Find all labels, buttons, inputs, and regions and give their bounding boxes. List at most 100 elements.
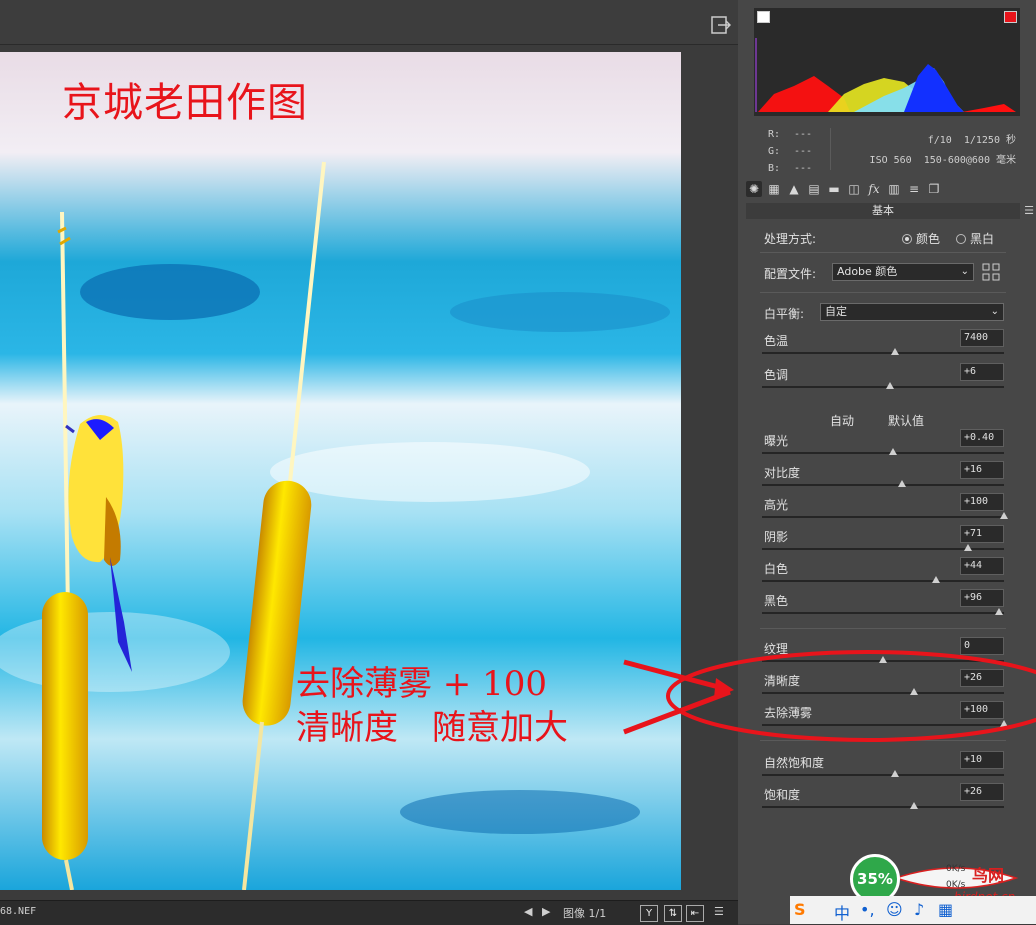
slider-track[interactable] [762,448,1004,455]
presets-icon[interactable]: ≡ [906,181,922,197]
section-header: 基本 ☰ [746,203,1034,219]
radio-selected-icon [902,234,912,244]
slider-thumb[interactable] [995,608,1004,615]
treatment-bw-radio[interactable]: 黑白 [956,230,994,247]
slider-thumb[interactable] [888,448,897,455]
emoji-icon[interactable]: ☺ [886,900,903,919]
g-label: G: [768,146,781,157]
basic-aperture-icon[interactable]: ✺ [746,181,762,197]
slider-thumb[interactable] [891,770,900,777]
profile-label: 配置文件: [764,267,817,281]
lens-corrections-icon[interactable]: ◫ [846,181,862,197]
slider-value-field[interactable]: +96 [960,589,1004,607]
detail-icon[interactable]: ▲ [786,181,802,197]
white-balance-value: 自定 [825,305,847,318]
profile-select[interactable]: Adobe 颜色 ⌄ [832,263,974,281]
radio-unselected-icon [956,234,966,244]
slider-track[interactable] [762,348,1004,355]
microphone-icon[interactable]: ♪ [914,900,924,919]
slider-track[interactable] [762,480,1004,487]
hsl-icon[interactable]: ▤ [806,181,822,197]
slider-value-field[interactable]: +71 [960,525,1004,543]
b-value: --- [794,163,813,174]
slider-thumb[interactable] [891,348,900,355]
slider-track[interactable] [762,608,1004,615]
split-toning-icon[interactable]: ▬ [826,181,842,197]
slider-value-field[interactable]: +16 [960,461,1004,479]
profile-value: Adobe 颜色 [837,265,898,278]
profile-browser-grid-icon[interactable] [982,263,1000,281]
taskbar-tray: S 中 •, ☺ ♪ ▦ [790,896,1036,924]
g-value: --- [794,146,813,157]
default-button[interactable]: 默认值 [888,412,924,429]
divider [760,628,1006,629]
annotation-dehaze: 去除薄雾 + 100 [296,664,547,704]
treatment-bw-label: 黑白 [970,232,995,246]
section-title: 基本 [872,204,894,217]
site-logo-text: 鸟网 [972,866,1005,885]
shutter-speed: 1/1250 秒 [963,135,1016,146]
slider-track[interactable] [762,512,1008,519]
preferences-icon[interactable]: ☰ [714,905,724,918]
image-counter: 图像 1/1 [563,907,607,920]
slider-label: 色温 [764,334,789,348]
slider-label: 对比度 [764,466,801,480]
divider [760,292,1006,293]
section-menu-icon[interactable]: ☰ [1024,203,1034,219]
tone-curve-icon[interactable]: ▦ [766,181,782,197]
slider-thumb[interactable] [898,480,907,487]
effects-fx-icon[interactable]: fx [866,181,882,197]
slider-track[interactable] [762,770,1004,777]
slider-value-field[interactable]: +6 [960,363,1004,381]
chevron-down-icon: ⌄ [990,306,999,317]
slider-track[interactable] [762,382,1004,389]
slider-thumb[interactable] [886,382,895,389]
slider-label: 色调 [764,368,789,382]
status-bar: 68.NEF ◀ ▶ 图像 1/1 Y ⇅ ⇤ ☰ [0,900,738,925]
sogou-ime-icon[interactable]: S [794,900,806,919]
photo-preview[interactable] [0,52,681,890]
annotation-ellipse-arrows [623,650,1036,742]
r-label: R: [768,129,781,140]
snapshots-icon[interactable]: ❐ [926,181,942,197]
chevron-down-icon: ⌄ [960,266,969,277]
slider-thumb[interactable] [910,802,919,809]
lens-focal: 150-600@600 毫米 [923,155,1016,166]
export-icon[interactable] [711,16,731,34]
punctuation-icon[interactable]: •, [860,900,875,919]
slider-thumb[interactable] [963,544,972,551]
slider-value-field[interactable]: +0.40 [960,429,1004,447]
slider-track[interactable] [762,544,1004,551]
prev-image-icon[interactable]: ◀ [524,905,532,918]
treatment-color-label: 颜色 [916,232,941,246]
slider-thumb[interactable] [1000,512,1008,519]
slider-value-field[interactable]: +26 [960,783,1004,801]
swap-button[interactable]: ⇅ [664,905,682,922]
slider-value-field[interactable]: +100 [960,493,1004,511]
slider-thumb[interactable] [932,576,941,583]
slider-value-field[interactable]: +44 [960,557,1004,575]
adjustment-panel: R: --- G: --- B: --- f/10 1/1250 秒 ISO 560 … [738,0,1036,924]
treatment-color-radio[interactable]: 颜色 [902,230,940,247]
white-balance-select[interactable]: 自定 ⌄ [820,303,1004,321]
slider-value-field[interactable]: 7400 [960,329,1004,347]
panel-tabs: ✺ ▦ ▲ ▤ ▬ ◫ fx ▥ ≡ ❐ [746,176,1028,202]
slider-track[interactable] [762,802,1004,809]
upload-speed: 0K/s [946,864,966,874]
slider-label: 白色 [764,562,789,576]
white-balance-label: 白平衡: [764,307,805,321]
copy-settings-button[interactable]: ⇤ [686,905,704,922]
keyboard-icon[interactable]: ▦ [938,900,953,919]
slider-label: 饱和度 [764,788,801,802]
slider-track[interactable] [762,576,1004,583]
exif-info: f/10 1/1250 秒 ISO 560 150-600@600 毫米 [858,131,1016,171]
aperture: f/10 [927,135,952,146]
next-image-icon[interactable]: ▶ [542,905,550,918]
slider-label: 黑色 [764,594,789,608]
input-language[interactable]: 中 [834,900,850,924]
iso: ISO 560 [869,155,912,166]
camera-calibration-icon[interactable]: ▥ [886,181,902,197]
rgb-readout: R: --- G: --- B: --- [768,126,820,177]
auto-button[interactable]: 自动 [830,412,854,429]
compare-y-button[interactable]: Y [640,905,658,922]
